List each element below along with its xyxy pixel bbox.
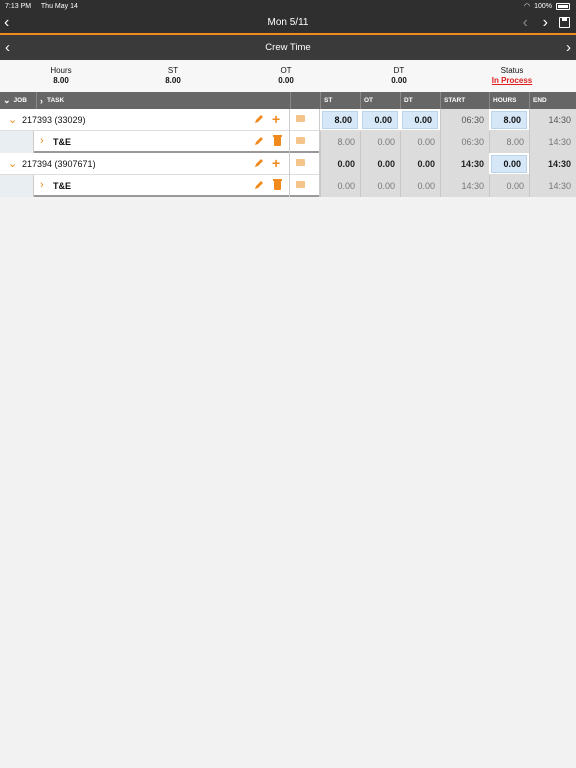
note-icon[interactable] xyxy=(296,115,305,122)
dt-value: 0.00 xyxy=(400,153,440,175)
summary-hours: Hours 8.00 xyxy=(50,66,72,85)
summary-bar: Hours 8.00 ST 8.00 OT 0.00 DT 0.00 Statu… xyxy=(0,60,576,92)
job-name: 217393 (33029) xyxy=(22,115,86,125)
hours-input[interactable]: 0.00 xyxy=(491,155,527,173)
end-value: 14:30 xyxy=(529,131,576,153)
end-value: 14:30 xyxy=(529,109,576,131)
page-title: Mon 5/11 xyxy=(267,17,309,28)
chevron-right-icon: › xyxy=(40,95,43,106)
summary-status: Status In Process xyxy=(472,66,552,85)
st-value: 0.00 xyxy=(320,175,360,197)
col-job[interactable]: ⌄ JOB xyxy=(0,92,36,109)
chevron-down-icon[interactable]: ⌄ xyxy=(8,113,17,126)
start-value: 06:30 xyxy=(440,109,489,131)
task-name: T&E xyxy=(53,137,71,147)
summary-dt: DT 0.00 xyxy=(391,66,407,85)
chevron-right-icon[interactable]: › xyxy=(40,179,44,191)
prev-day-icon[interactable]: ‹ xyxy=(523,14,528,32)
pencil-icon[interactable] xyxy=(254,180,264,190)
status-link[interactable]: In Process xyxy=(472,76,552,85)
hours-input[interactable]: 8.00 xyxy=(491,111,527,129)
time-grid: ⌄ 217393 (33029) + 8.00 0.00 0.00 06:30 … xyxy=(0,109,576,197)
note-icon[interactable] xyxy=(296,137,305,144)
task-name: T&E xyxy=(53,181,71,191)
status-date: Thu May 14 xyxy=(40,2,78,10)
pencil-icon[interactable] xyxy=(254,136,264,146)
end-value: 14:30 xyxy=(529,153,576,175)
battery-icon xyxy=(556,2,570,10)
note-icon[interactable] xyxy=(296,159,305,166)
start-value: 14:30 xyxy=(440,175,489,197)
status-time: 7:13 PM xyxy=(5,2,32,10)
pencil-icon[interactable] xyxy=(254,114,264,124)
chevron-right-icon[interactable]: › xyxy=(40,135,44,147)
next-day-icon[interactable]: › xyxy=(543,14,548,32)
wifi-icon: ◠ xyxy=(523,3,531,10)
summary-st: ST 8.00 xyxy=(165,66,181,85)
ot-value: 0.00 xyxy=(360,131,400,153)
pencil-icon[interactable] xyxy=(254,158,264,168)
col-st: ST xyxy=(320,92,360,109)
start-value: 14:30 xyxy=(440,153,489,175)
start-value: 06:30 xyxy=(440,131,489,153)
col-notes xyxy=(290,92,320,109)
st-input[interactable]: 8.00 xyxy=(322,111,358,129)
ot-value: 0.00 xyxy=(360,153,400,175)
hours-value: 8.00 xyxy=(489,131,529,153)
battery-percent: 100% xyxy=(534,2,552,10)
sub-next-icon[interactable]: › xyxy=(566,39,571,56)
st-value: 0.00 xyxy=(320,153,360,175)
dt-value: 0.00 xyxy=(400,175,440,197)
note-icon[interactable] xyxy=(296,181,305,188)
trash-icon[interactable] xyxy=(273,179,282,190)
ot-value: 0.00 xyxy=(360,175,400,197)
col-task[interactable]: › TASK xyxy=(36,92,290,109)
sub-back-icon[interactable]: ‹ xyxy=(5,39,10,56)
plus-icon[interactable]: + xyxy=(272,155,280,171)
back-icon[interactable]: ‹ xyxy=(4,14,9,32)
sub-nav-bar: ‹ Crew Time › xyxy=(0,35,576,60)
dt-value: 0.00 xyxy=(400,131,440,153)
chevron-down-icon: ⌄ xyxy=(3,95,11,105)
nav-bar: ‹ Mon 5/11 ‹ › xyxy=(0,12,576,35)
col-start: START xyxy=(440,92,489,109)
status-bar: 7:13 PM Thu May 14 ◠ 100% xyxy=(0,0,576,12)
trash-icon[interactable] xyxy=(273,135,282,146)
ot-input[interactable]: 0.00 xyxy=(362,111,398,129)
col-end: END xyxy=(529,92,576,109)
hours-value: 0.00 xyxy=(489,175,529,197)
col-hours: HOURS xyxy=(489,92,529,109)
st-value: 8.00 xyxy=(320,131,360,153)
end-value: 14:30 xyxy=(529,175,576,197)
section-title: Crew Time xyxy=(265,42,311,53)
job-row[interactable]: ⌄ 217394 (3907671) + 0.00 0.00 0.00 14:3… xyxy=(0,153,576,175)
save-icon[interactable] xyxy=(559,17,570,28)
task-row[interactable]: › T&E 0.00 0.00 0.00 14:30 0.00 14:30 xyxy=(0,175,576,197)
chevron-down-icon[interactable]: ⌄ xyxy=(8,157,17,170)
col-dt: DT xyxy=(400,92,440,109)
job-name: 217394 (3907671) xyxy=(22,159,96,169)
grid-header: ⌄ JOB › TASK ST OT DT START HOURS END xyxy=(0,92,576,109)
job-row[interactable]: ⌄ 217393 (33029) + 8.00 0.00 0.00 06:30 … xyxy=(0,109,576,131)
col-ot: OT xyxy=(360,92,400,109)
summary-ot: OT 0.00 xyxy=(278,66,294,85)
task-row[interactable]: › T&E 8.00 0.00 0.00 06:30 8.00 14:30 xyxy=(0,131,576,153)
plus-icon[interactable]: + xyxy=(272,111,280,127)
dt-input[interactable]: 0.00 xyxy=(402,111,438,129)
